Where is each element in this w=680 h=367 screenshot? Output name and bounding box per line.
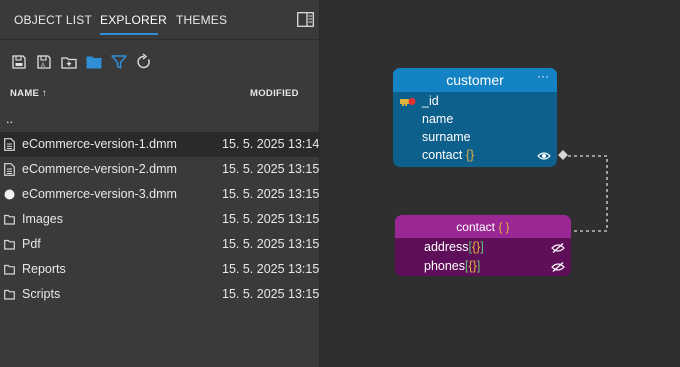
eye-icon[interactable] xyxy=(537,151,551,161)
folder-name: Images xyxy=(22,212,63,226)
column-header-modified[interactable]: MODIFIED xyxy=(250,88,299,99)
folder-icon xyxy=(4,264,15,275)
list-item[interactable]: Scripts 15. 5. 2025 13:15 xyxy=(0,282,320,307)
refresh-icon[interactable] xyxy=(135,53,153,71)
entity-contact[interactable]: contact { } address[{}] phones[{}] xyxy=(395,215,571,276)
tab-object-list[interactable]: OBJECT LIST xyxy=(14,13,92,27)
file-modified: 15. 5. 2025 13:15 xyxy=(222,237,320,251)
sidebar-toggle-icon[interactable] xyxy=(297,12,314,27)
new-folder-icon[interactable] xyxy=(60,53,78,71)
folder-icon xyxy=(4,214,15,225)
field-contact-label: contact xyxy=(422,148,463,162)
field-name[interactable]: name xyxy=(422,112,453,126)
object-brace: { } xyxy=(498,220,510,234)
folder-icon xyxy=(4,239,15,250)
folder-name: Scripts xyxy=(22,287,61,301)
explorer-toolbar: A xyxy=(0,48,320,76)
list-item[interactable]: Images 15. 5. 2025 13:15 xyxy=(0,207,320,232)
file-name: eCommerce-version-2.dmm xyxy=(22,162,177,176)
object-brace: {} xyxy=(468,259,477,273)
file-modified: 15. 5. 2025 13:14 xyxy=(222,137,320,151)
file-icon xyxy=(4,163,15,176)
list-item[interactable]: eCommerce-version-2.dmm 15. 5. 2025 13:1… xyxy=(0,157,320,182)
active-tab-indicator xyxy=(100,33,158,35)
entity-customer[interactable]: customer ··· _id name surname contact {} xyxy=(393,68,557,167)
eye-hidden-icon[interactable] xyxy=(551,262,565,272)
panel-tabs: OBJECT LIST EXPLORER THEMES xyxy=(0,0,320,40)
folder-icon xyxy=(4,289,15,300)
explorer-panel: OBJECT LIST EXPLORER THEMES A NAME ↑ MOD… xyxy=(0,0,320,367)
sort-ascending-icon: ↑ xyxy=(42,88,48,99)
file-modified: 15. 5. 2025 13:15 xyxy=(222,262,320,276)
filter-icon[interactable] xyxy=(110,53,128,71)
file-name: eCommerce-version-1.dmm xyxy=(22,137,177,151)
file-name: eCommerce-version-3.dmm xyxy=(22,187,177,201)
list-item[interactable]: eCommerce-version-3.dmm 15. 5. 2025 13:1… xyxy=(0,182,320,207)
tab-themes[interactable]: THEMES xyxy=(176,13,227,27)
field-contact[interactable]: contact {} xyxy=(422,148,474,162)
entity-title: contact xyxy=(456,220,495,234)
file-modified: 15. 5. 2025 13:15 xyxy=(222,212,320,226)
folder-name: Pdf xyxy=(22,237,41,251)
primary-key-icon xyxy=(400,98,416,106)
unsaved-dot-icon xyxy=(4,189,15,200)
list-item[interactable]: eCommerce-version-1.dmm 15. 5. 2025 13:1… xyxy=(0,132,320,157)
entity-header[interactable]: customer ··· xyxy=(393,68,557,92)
field-address[interactable]: address[{}] xyxy=(424,240,484,254)
column-header-name[interactable]: NAME ↑ xyxy=(10,88,47,99)
file-modified: 15. 5. 2025 13:15 xyxy=(222,287,320,301)
parent-directory: .. xyxy=(6,112,13,126)
field-id[interactable]: _id xyxy=(422,94,439,108)
field-phones-label: phones xyxy=(424,259,466,273)
field-surname[interactable]: surname xyxy=(422,130,471,144)
list-item[interactable]: .. xyxy=(0,107,320,132)
file-icon xyxy=(4,138,15,151)
array-bracket: ] xyxy=(480,240,484,254)
column-header-name-label: NAME xyxy=(10,88,40,99)
entity-title: customer xyxy=(446,72,504,88)
file-modified: 15. 5. 2025 13:15 xyxy=(222,187,320,201)
folder-name: Reports xyxy=(22,262,66,276)
entity-header[interactable]: contact { } xyxy=(395,215,571,238)
object-brace: {} xyxy=(465,148,475,162)
field-phones[interactable]: phones[{}] xyxy=(424,259,480,273)
svg-text:A: A xyxy=(41,63,45,69)
save-as-icon[interactable]: A xyxy=(35,53,53,71)
list-item[interactable]: Reports 15. 5. 2025 13:15 xyxy=(0,257,320,282)
eye-hidden-icon[interactable] xyxy=(551,243,565,253)
save-icon[interactable] xyxy=(10,53,28,71)
file-modified: 15. 5. 2025 13:15 xyxy=(222,162,320,176)
list-item[interactable]: Pdf 15. 5. 2025 13:15 xyxy=(0,232,320,257)
open-folder-icon[interactable] xyxy=(85,53,103,71)
array-bracket: ] xyxy=(476,259,481,273)
tab-explorer[interactable]: EXPLORER xyxy=(100,13,167,27)
field-address-label: address xyxy=(424,240,469,254)
more-icon[interactable]: ··· xyxy=(537,69,549,83)
